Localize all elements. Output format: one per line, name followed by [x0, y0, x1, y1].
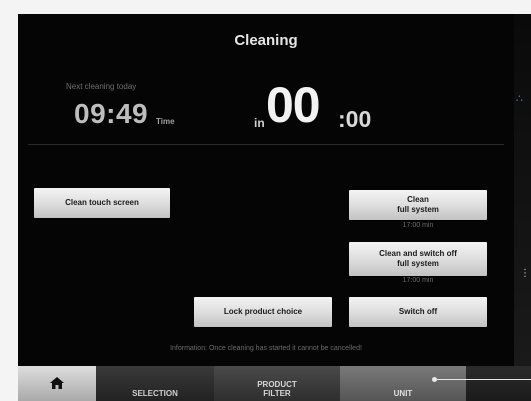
side-panel	[514, 14, 531, 366]
clean-switch-off-duration: 17:00 min	[402, 277, 434, 284]
tab-product-line1: PRODUCT	[257, 380, 297, 389]
clean-touch-screen-label: Clean touch screen	[65, 198, 139, 207]
cleaning-screen: Cleaning Next cleaning today 09:49 Time …	[18, 14, 514, 366]
clean-switch-off-line2: full system	[397, 259, 439, 268]
tab-selection-label: SELECTION	[132, 389, 178, 398]
status-dots-icon: ∴	[516, 93, 524, 105]
tab-product-filter-label: PRODUCT FILTER	[257, 380, 297, 398]
info-message: Information: Once cleaning has started i…	[170, 345, 362, 352]
tab-product-line2: FILTER	[263, 389, 291, 398]
tab-selection[interactable]: SELECTION	[96, 366, 214, 401]
clean-full-system-duration: 17:00 min	[402, 222, 434, 229]
clean-switch-off-line1: Clean and switch off	[379, 249, 457, 258]
countdown-prefix: in	[254, 116, 265, 130]
device-bezel-top	[18, 0, 531, 14]
next-cleaning-label: Next cleaning today	[66, 82, 137, 91]
home-icon	[50, 376, 64, 391]
tab-product-filter[interactable]: PRODUCT FILTER	[214, 366, 340, 401]
switch-off-button[interactable]: Switch off	[349, 297, 487, 327]
annotation-pointer-dot	[432, 377, 437, 382]
lock-product-choice-label: Lock product choice	[223, 307, 303, 316]
lock-product-choice-button[interactable]: Lock product choice	[194, 297, 332, 327]
next-cleaning-time: 09:49	[74, 98, 149, 129]
clean-touch-screen-button[interactable]: Clean touch screen	[34, 188, 170, 218]
side-lock-icon: ⋮	[520, 268, 530, 279]
device-bezel-left	[0, 0, 18, 401]
tab-home[interactable]	[18, 366, 96, 401]
switch-off-label: Switch off	[398, 307, 438, 316]
countdown-hours: 00	[266, 77, 321, 133]
clean-full-system-line2: full system	[397, 205, 439, 214]
clean-full-system-line1: Clean	[407, 195, 429, 204]
annotation-pointer-line	[436, 379, 531, 380]
divider	[28, 144, 504, 145]
tab-unit-label: UNIT	[393, 389, 413, 398]
time-unit-label: Time	[156, 117, 175, 126]
clean-full-system-button[interactable]: Clean full system	[349, 190, 487, 220]
bottom-nav: SELECTION PRODUCT FILTER UNIT	[18, 366, 531, 401]
page-title: Cleaning	[234, 32, 298, 49]
countdown-minutes: :00	[338, 106, 372, 132]
tab-unit[interactable]: UNIT	[340, 366, 466, 401]
clean-and-switch-off-button[interactable]: Clean and switch off full system	[349, 242, 487, 276]
